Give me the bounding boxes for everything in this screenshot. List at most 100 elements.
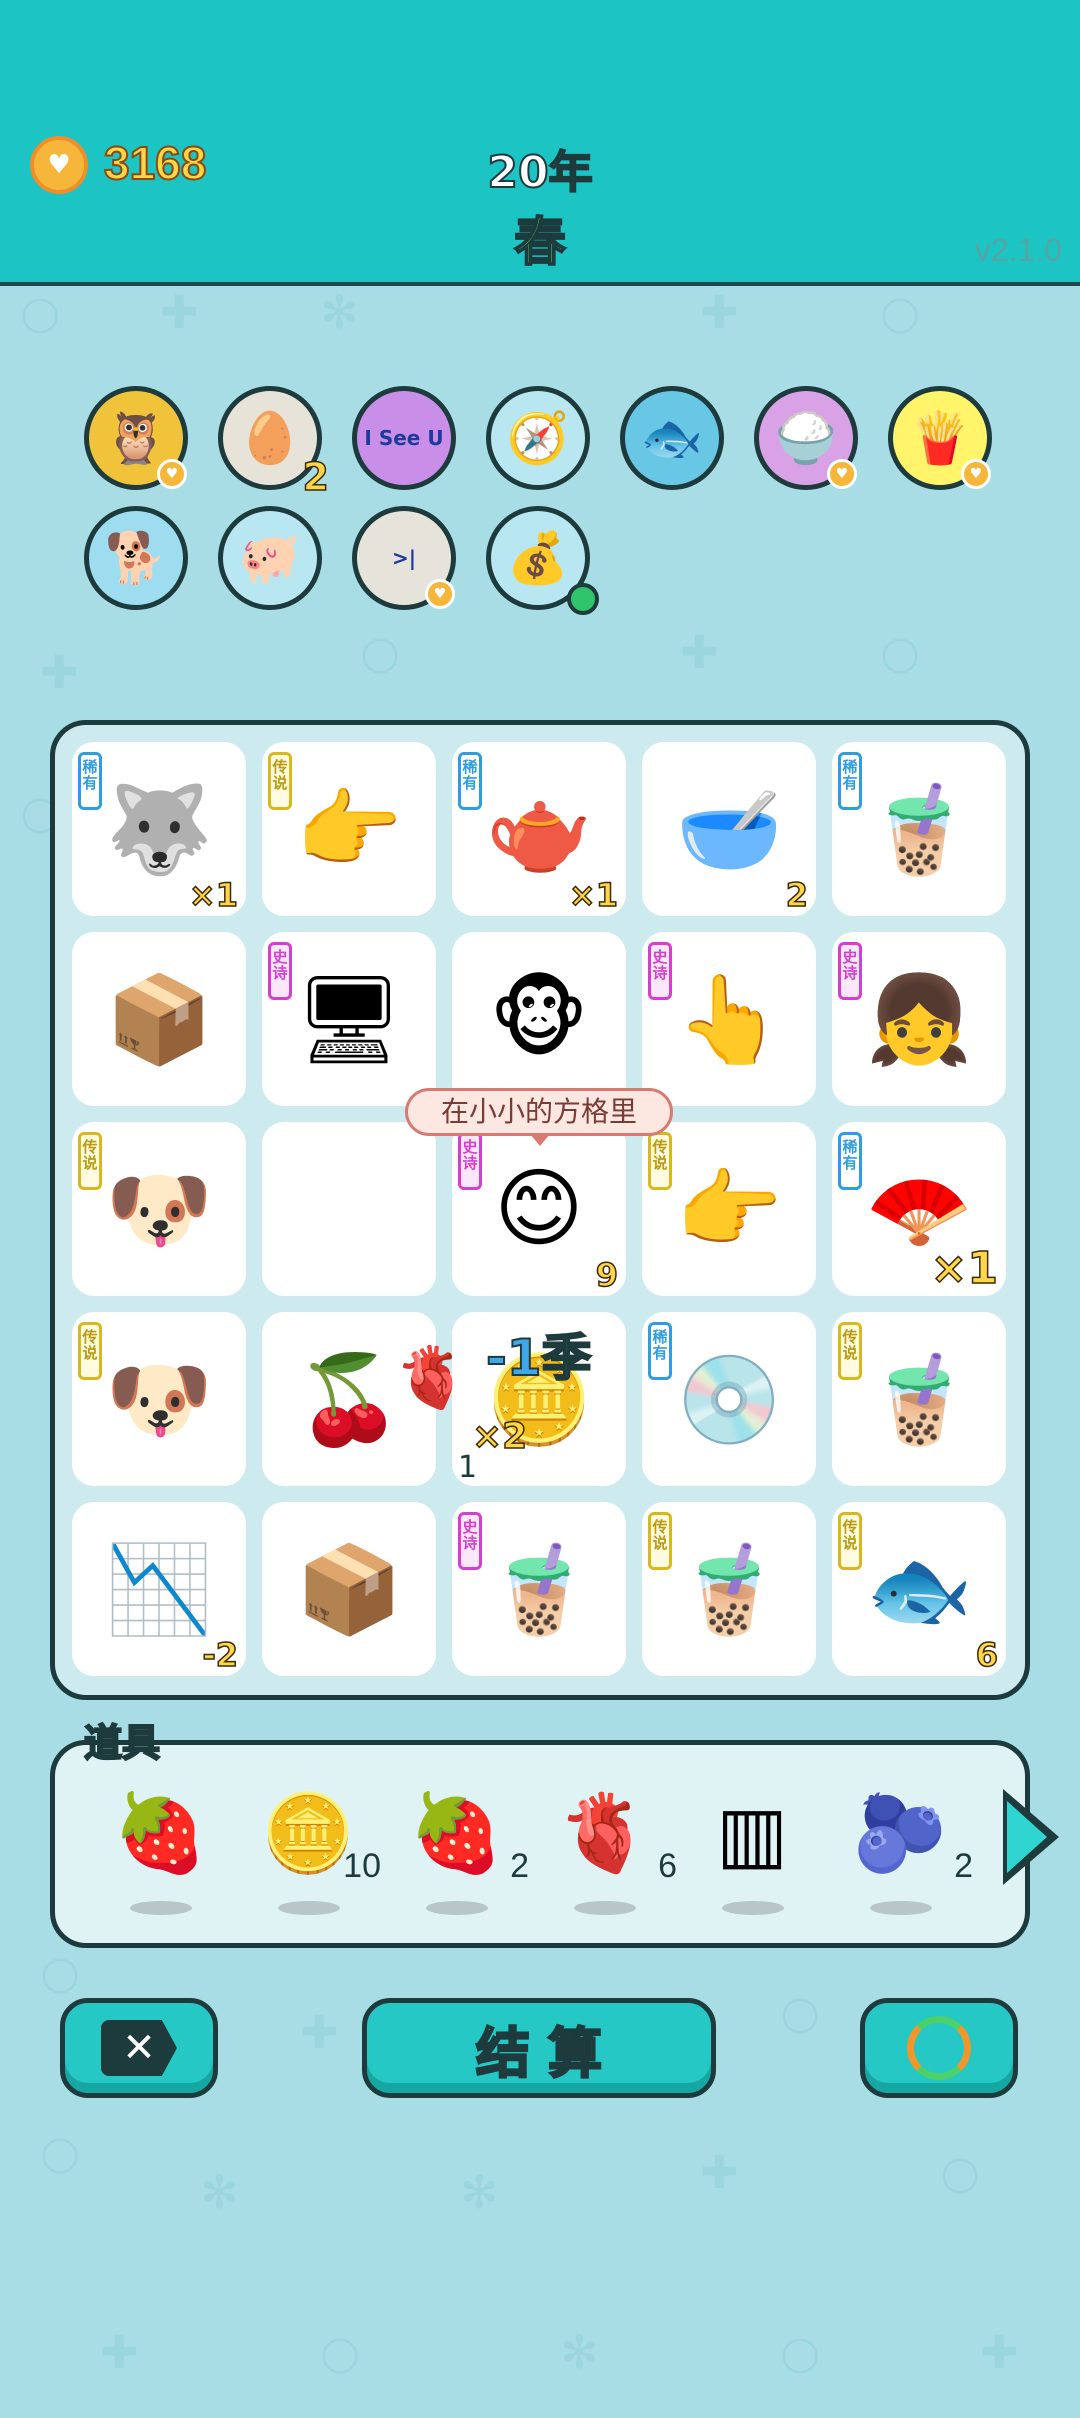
board-cell-empty-cell[interactable] [262,1122,436,1296]
heart-coin-icon: ♥ [961,459,991,489]
minus-season-effect: -1季 [485,1328,593,1388]
rarity-tag: 传说 [78,1132,102,1190]
liver-icon: 🫀 [556,1788,652,1877]
cell-count: ×1 [188,875,239,915]
cardboard-box-icon: 📦 [105,969,213,1070]
strawberry-icon: 🍓 [408,1788,504,1877]
tooltip-arrow [530,1134,550,1146]
board-cell-cardboard-box-2[interactable]: 📦 [262,1502,436,1676]
fishbowl-icon[interactable]: 🐟 [620,386,724,490]
rarity-tag: 史诗 [458,1512,482,1570]
money-bag-icon-glyph: 💰 [506,528,570,587]
lychee-icon: 🍓 [112,1788,208,1877]
board-cell-cardboard-box[interactable]: 📦 [72,932,246,1106]
rarity-tag: 传说 [648,1132,672,1190]
french-fries-icon[interactable]: 🍟 ♥ [888,386,992,490]
board-cell-pointing-hand-gray[interactable]: 👆 史诗 [642,932,816,1106]
rarity-tag: 史诗 [268,942,292,1000]
board-cell-husky-king-1[interactable]: 🐶 传说 [72,1122,246,1296]
dog-gold-chain-icon[interactable]: 🐕 [84,506,188,610]
multiplier-effect: ×2 [471,1415,528,1458]
cell-count: 6 [975,1635,999,1675]
liver-tool[interactable]: 🫀 6 [549,1783,677,1915]
lychee-tool[interactable]: 🍓 [105,1783,215,1915]
board-cell-teapot[interactable]: 🫖 稀有 ×1 [452,742,626,916]
rice-bowl-icon[interactable]: 🍚 ♥ [754,386,858,490]
close-button[interactable]: ✕ [60,1998,218,2098]
coin-icon: ♥ [30,136,88,194]
board-cell-pointing-hand-yellow[interactable]: 👉 传说 [262,742,436,916]
heart-coin-icon: ♥ [425,579,455,609]
board-cell-husky-dog[interactable]: 🐺 稀有 ×1 [72,742,246,916]
skip-next-icon[interactable]: >| ♥ [352,506,456,610]
owl-glasses-icon[interactable]: 🦉 ♥ [84,386,188,490]
tools-panel: 🍓 🪙 10 🍓 2 🫀 6 ▥ 🫐 2 [50,1740,1059,1948]
rarity-tag: 传说 [838,1512,862,1570]
strawberry-tool[interactable]: 🍓 2 [401,1783,529,1915]
board-cell-husky-king-2[interactable]: 🐶 传说 [72,1312,246,1486]
board-cell-graphics-card[interactable]: 🖥 史诗 [262,932,436,1106]
board-cell-cd-disc[interactable]: 💿 稀有 [642,1312,816,1486]
fishbowl-icon-glyph: 🐟 [640,408,704,467]
tool-shadow [278,1901,340,1915]
money-bag-icon[interactable]: 💰 [486,506,599,615]
small-count: 1 [458,1450,478,1485]
board-cell-monkey-grandpa[interactable]: 🐵 [452,932,626,1106]
rarity-tag: 稀有 [78,752,102,810]
rarity-tag: 传说 [648,1512,672,1570]
close-icon: ✕ [101,2020,177,2076]
tool-count: 2 [510,1847,529,1885]
settle-button[interactable]: 结算 [362,1998,716,2098]
cell-count: ×1 [568,875,619,915]
skip-next-icon-glyph: >| [391,546,417,570]
rarity-tag: 传说 [838,1322,862,1380]
rarity-tag: 传说 [268,752,292,810]
board-cell-soup-bowl[interactable]: 🥣 2 [642,742,816,916]
board-cell-bubble-tea-large[interactable]: 🧋 传说 [832,1312,1006,1486]
board-cell-smiley-face[interactable]: 😊 史诗 9 [452,1122,626,1296]
next-arrow-fill [1007,1801,1047,1873]
rarity-tag: 史诗 [458,1132,482,1190]
board-cell-braided-girl[interactable]: 👧 史诗 [832,932,1006,1106]
tools-label: 道具 [83,1720,161,1766]
tool-shadow [870,1901,932,1915]
monkey-grandpa-icon: 🐵 [489,969,589,1069]
cell-count: 9 [595,1255,619,1295]
tool-count: 6 [658,1847,677,1885]
tool-shadow [130,1901,192,1915]
egg-tray-icon[interactable]: 🥚 2 [218,386,330,500]
board-cell-bubble-tea-tall[interactable]: 🧋 史诗 [452,1502,626,1676]
board-cell-bubble-tea-small[interactable]: 🧋 稀有 [832,742,1006,916]
coin-count: 3168 [103,136,207,190]
rarity-tag: 传说 [78,1322,102,1380]
version-label: v2.1.0 [974,232,1062,268]
refresh-button[interactable] [860,1998,1018,2098]
french-fries-icon-glyph: 🍟 [908,408,972,467]
blueberry-tool[interactable]: 🫐 2 [845,1783,973,1915]
egg-tray-icon-glyph: 🥚 [238,408,302,467]
board-cell-bubble-tea-dome[interactable]: 🧋 传说 [642,1502,816,1676]
board-cell-stock-down-chart[interactable]: 📉 -2 [72,1502,246,1676]
rarity-tag: 史诗 [648,942,672,1000]
refresh-icon [907,2016,971,2080]
board-cell-koi-fish[interactable]: 🐟 传说 6 [832,1502,1006,1676]
owned-count-badge: 2 [302,454,330,500]
board-cell-pointing-hand-yellow-2[interactable]: 👉 传说 [642,1122,816,1296]
three-slots-tool[interactable]: ▥ [697,1783,807,1915]
coin-dollar-tool[interactable]: 🪙 10 [253,1783,381,1915]
piggy-bank-icon-glyph: 🐖 [238,528,302,587]
cell-count: ×1 [930,1242,999,1295]
new-indicator-dot [567,583,599,615]
year-label: 20年 [486,146,593,199]
board-cell-folding-fan[interactable]: 🪭 稀有 ×1 [832,1122,1006,1296]
heart-coin-icon: ♥ [827,459,857,489]
rarity-tag: 稀有 [648,1322,672,1380]
i-see-u-sign-icon[interactable]: I See U [352,386,456,490]
compass-icon-glyph: 🧭 [506,408,570,467]
tool-count: 10 [343,1847,381,1885]
piggy-bank-icon[interactable]: 🐖 [218,506,322,610]
compass-icon[interactable]: 🧭 [486,386,590,490]
tool-shadow [722,1901,784,1915]
tool-shadow [574,1901,636,1915]
heart-coin-icon: ♥ [157,459,187,489]
